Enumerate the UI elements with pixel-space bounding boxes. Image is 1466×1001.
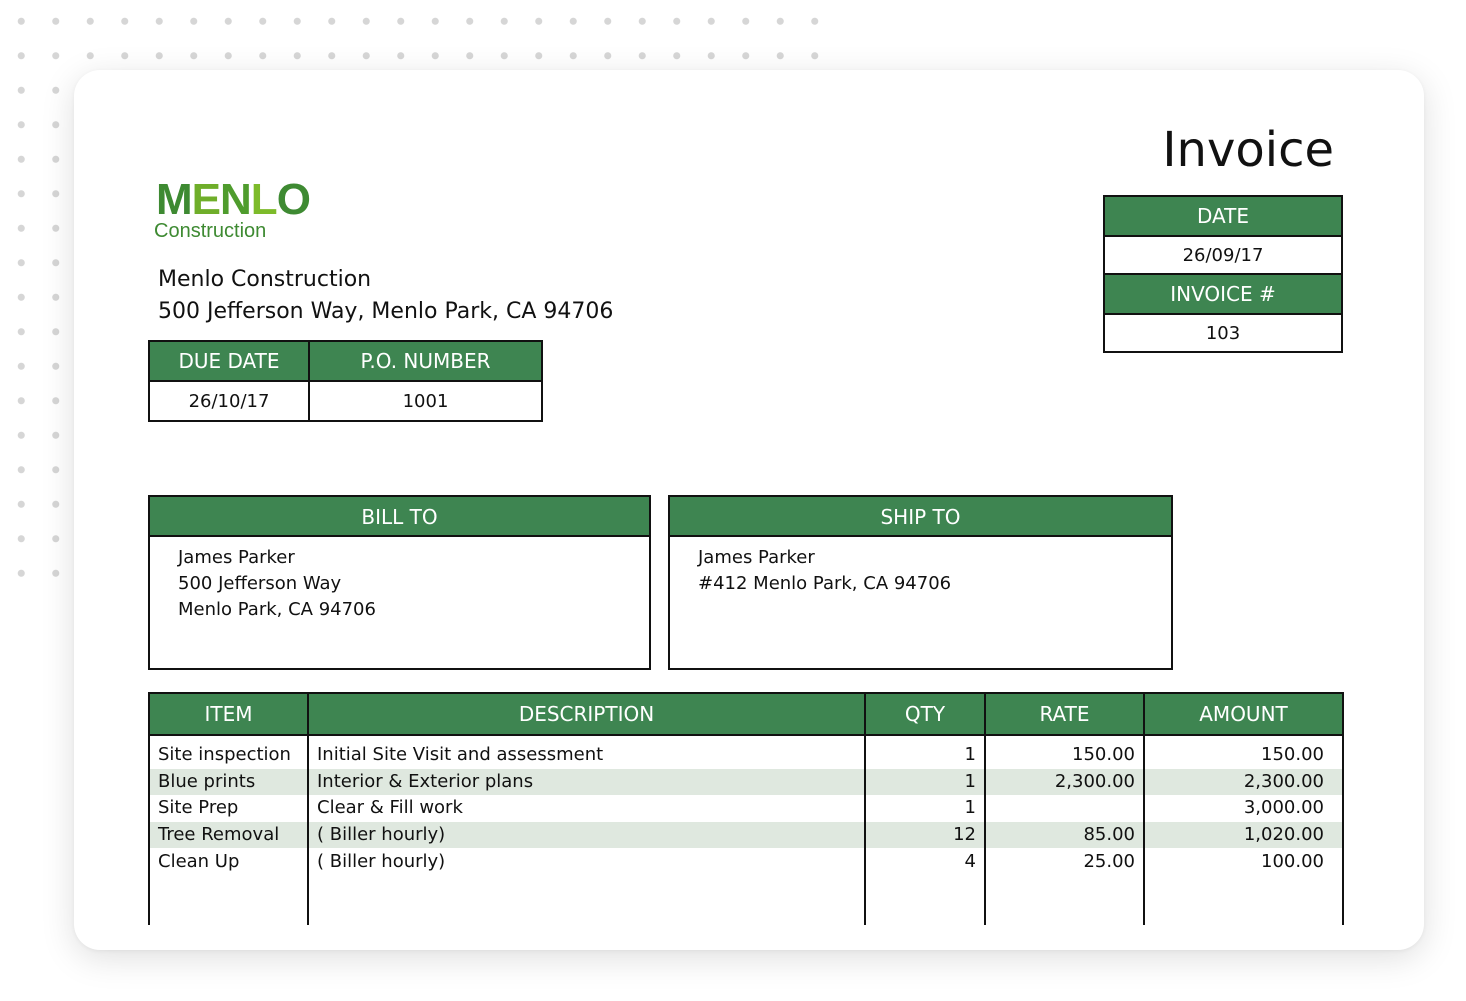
item-name: Blue prints [148,768,309,796]
bill-to-line: Menlo Park, CA 94706 [178,599,376,620]
invoice-number-value: 103 [1103,313,1343,353]
column-header-amount: AMOUNT [1143,692,1344,736]
item-amount: 100.00 [1143,848,1344,875]
bill-to-line: 500 Jefferson Way [178,573,342,594]
po-number-value: 1001 [308,380,543,422]
item-description: Clear & Fill work [307,795,866,822]
table-row: Clean Up ( Biller hourly) 4 25.00 100.00 [148,848,1344,875]
ship-to-box: SHIP TO James Parker #412 Menlo Park, CA… [668,495,1173,670]
column-header-rate: RATE [984,692,1145,736]
item-qty: 4 [864,848,986,875]
ship-to-address: James Parker #412 Menlo Park, CA 94706 [670,537,1171,605]
ship-to-header: SHIP TO [670,497,1171,537]
line-items-table: ITEM DESCRIPTION QTY RATE AMOUNT Site in… [148,692,1344,925]
item-rate [984,795,1145,822]
item-rate: 85.00 [984,821,1145,849]
date-value: 26/09/17 [1103,235,1343,275]
item-qty: 1 [864,768,986,796]
bill-to-address: James Parker 500 Jefferson Way Menlo Par… [150,537,649,631]
due-date-label: DUE DATE [148,340,310,382]
table-row: Tree Removal ( Biller hourly) 12 85.00 1… [148,821,1344,849]
date-label: DATE [1103,195,1343,237]
table-row: Site Prep Clear & Fill work 1 3,000.00 [148,795,1344,822]
table-row-empty [148,874,1344,925]
invoice-card: Invoice MENLO Construction Menlo Constru… [74,70,1424,950]
table-row: Site inspection Initial Site Visit and a… [148,735,1344,769]
empty-cell [864,874,986,925]
item-name: Site inspection [148,735,309,769]
item-qty: 1 [864,735,986,769]
empty-cell [307,874,866,925]
ship-to-line: #412 Menlo Park, CA 94706 [698,573,952,594]
due-date-value: 26/10/17 [148,380,310,422]
empty-cell [148,874,309,925]
bill-to-header: BILL TO [150,497,649,537]
company-name: Menlo Construction [158,267,372,292]
company-logo: MENLO Construction [154,175,311,243]
item-description: Initial Site Visit and assessment [307,735,866,769]
item-name: Clean Up [148,848,309,875]
item-amount: 3,000.00 [1143,795,1344,822]
empty-cell [1143,874,1344,925]
item-name: Site Prep [148,795,309,822]
bill-to-box: BILL TO James Parker 500 Jefferson Way M… [148,495,651,670]
item-amount: 1,020.00 [1143,821,1344,849]
logo-mark: MENLO [156,175,311,224]
invoice-title: Invoice [1162,122,1334,178]
company-address: 500 Jefferson Way, Menlo Park, CA 94706 [158,299,614,324]
po-number-label: P.O. NUMBER [308,340,543,382]
invoice-number-label: INVOICE # [1103,273,1343,315]
item-amount: 2,300.00 [1143,768,1344,796]
bill-to-line: James Parker [178,547,295,568]
item-rate: 150.00 [984,735,1145,769]
item-description: ( Biller hourly) [307,848,866,875]
item-description: ( Biller hourly) [307,821,866,849]
column-header-qty: QTY [864,692,986,736]
column-header-description: DESCRIPTION [307,692,866,736]
table-row: Blue prints Interior & Exterior plans 1 … [148,768,1344,796]
item-qty: 12 [864,821,986,849]
line-items-header-row: ITEM DESCRIPTION QTY RATE AMOUNT [148,692,1344,736]
ship-to-line: James Parker [698,547,815,568]
invoice-meta-table: DATE 26/09/17 INVOICE # 103 [1103,195,1343,353]
item-rate: 25.00 [984,848,1145,875]
item-qty: 1 [864,795,986,822]
company-info: Menlo Construction 500 Jefferson Way, Me… [158,264,613,328]
column-header-item: ITEM [148,692,309,736]
item-rate: 2,300.00 [984,768,1145,796]
empty-cell [984,874,1145,925]
item-amount: 150.00 [1143,735,1344,769]
item-name: Tree Removal [148,821,309,849]
due-po-table: DUE DATE P.O. NUMBER 26/10/17 1001 [148,340,543,422]
item-description: Interior & Exterior plans [307,768,866,796]
